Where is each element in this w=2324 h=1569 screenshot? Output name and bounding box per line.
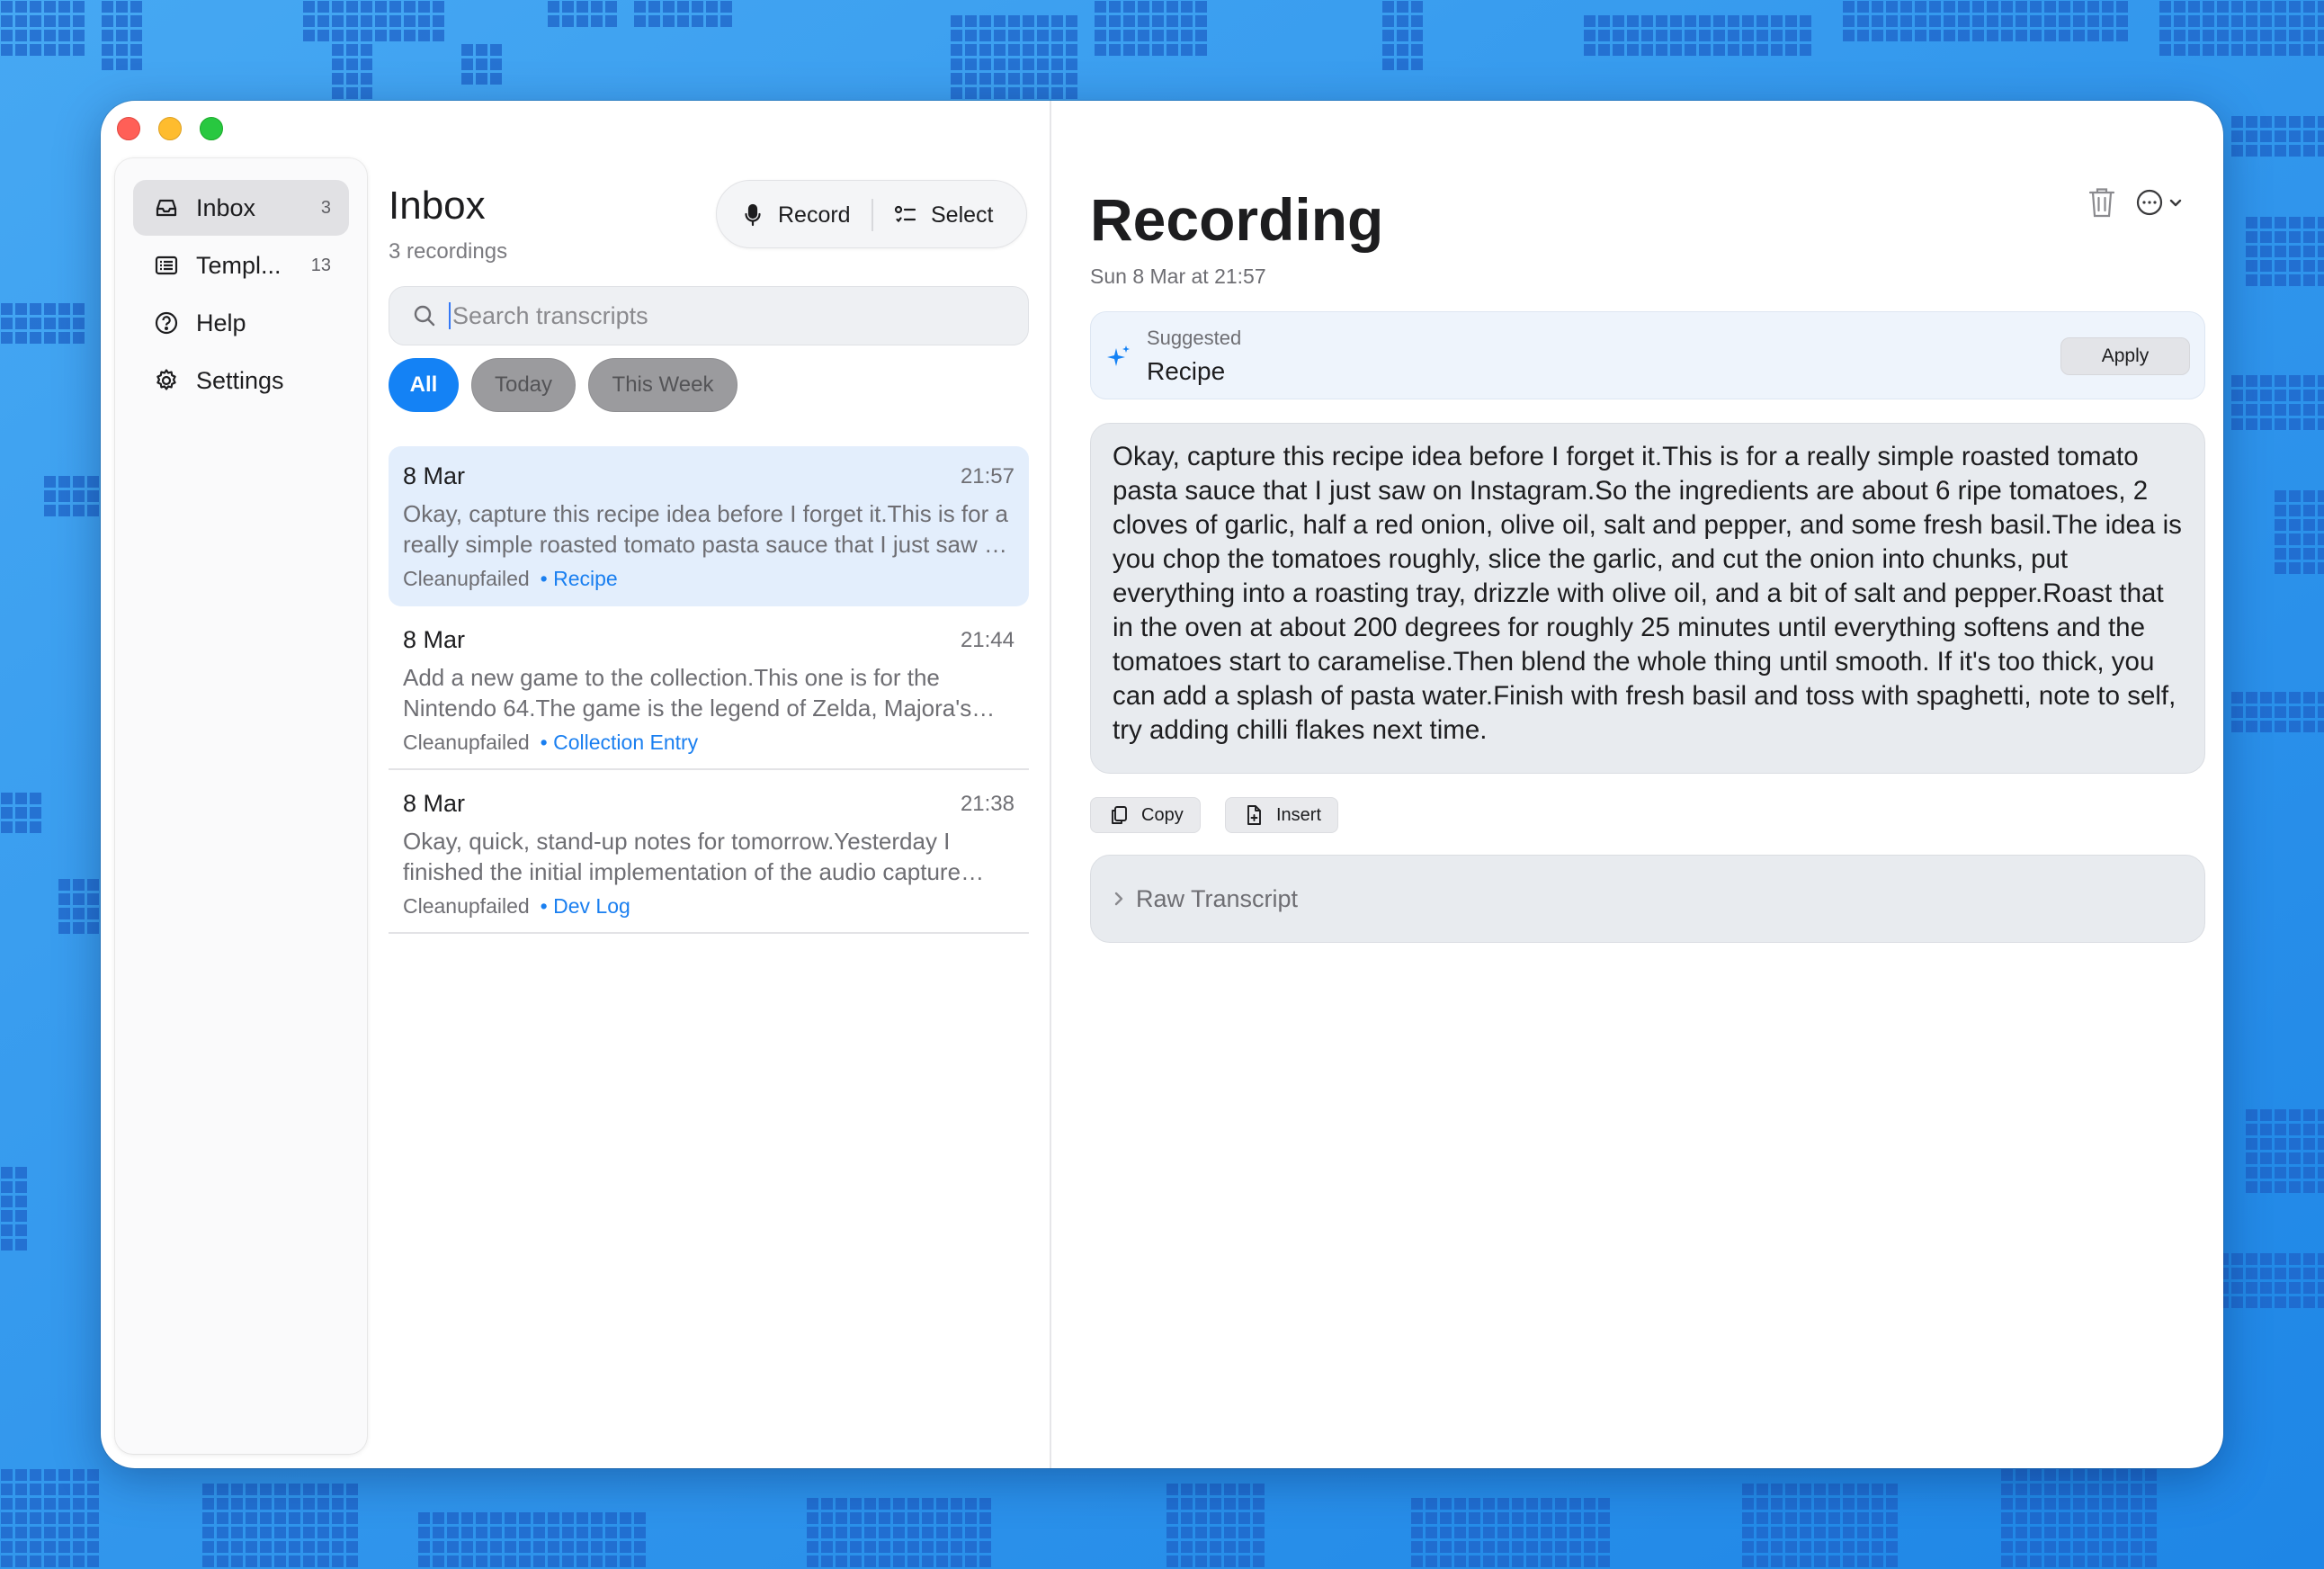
search-input[interactable] [452,301,992,330]
select-button-label: Select [931,202,994,228]
sidebar-item-inbox[interactable]: Inbox 3 [133,180,349,236]
row-separator [389,768,1029,770]
chevron-down-icon [2169,199,2182,207]
sidebar: Inbox 3 Templ... 13 Help Settings [115,158,367,1454]
recording-meta: Cleanupfailed • Collection Entry [403,731,698,755]
recording-date: 8 Mar [403,790,466,817]
microphone-icon [745,203,761,227]
suggested-template-card: Suggested Recipe Apply [1090,311,2205,399]
toolbar-divider [872,199,873,231]
chevron-right-icon [1114,892,1123,906]
suggested-label: Suggested [1147,327,1242,349]
recording-date: 8 Mar [403,626,466,653]
minimize-window-button[interactable] [158,117,182,140]
recording-date: 8 Mar [403,462,466,489]
template-tag: • Recipe [540,567,618,590]
more-options-button[interactable] [2135,187,2185,218]
tray-icon [156,199,177,217]
recording-time: 21:57 [960,464,1015,489]
sidebar-item-label: Settings [196,366,284,394]
close-window-button[interactable] [117,117,140,140]
recording-time: 21:44 [960,628,1015,652]
apply-button[interactable]: Apply [2060,337,2190,375]
sidebar-item-label: Help [196,309,246,336]
recording-count: 3 recordings [389,239,508,264]
copy-icon [1112,806,1127,824]
ellipsis-circle-icon [2136,189,2163,216]
gear-icon [156,369,176,390]
zoom-window-button[interactable] [200,117,223,140]
cleanup-status: Cleanupfailed [403,567,530,590]
filter-today[interactable]: Today [471,358,576,412]
record-button[interactable]: Record [740,181,851,249]
checklist-icon [894,205,916,223]
recording-detail-pane: Recording Sun 8 Mar at 21:57 Suggested R… [1081,101,2205,1468]
suggested-template-name: Recipe [1147,357,1226,385]
search-icon [414,305,435,327]
recording-meta: Cleanupfailed • Dev Log [403,894,630,919]
recording-row[interactable]: 8 Mar 21:57 Okay, capture this recipe id… [389,446,1029,606]
record-select-toolbar: Record Select [716,180,1027,248]
detail-date: Sun 8 Mar at 21:57 [1090,264,1266,288]
transcript-text[interactable]: Okay, capture this recipe idea before I … [1090,423,2205,774]
cleanup-status: Cleanupfailed [403,731,530,754]
sidebar-item-label: Templ... [196,251,282,279]
recording-row[interactable]: 8 Mar 21:38 Okay, quick, stand-up notes … [389,774,1029,934]
select-button[interactable]: Select [893,181,993,249]
cleanup-status: Cleanupfailed [403,894,530,918]
insert-button-label: Insert [1276,804,1322,825]
filter-all[interactable]: All [389,358,459,412]
sidebar-item-label: Inbox [196,193,256,221]
copy-button-label: Copy [1141,804,1184,825]
sidebar-item-settings[interactable]: Settings [133,353,349,408]
insert-button[interactable]: Insert [1225,797,1339,833]
sidebar-item-help[interactable]: Help [133,295,349,351]
template-tag: • Dev Log [540,894,630,918]
sidebar-item-count: 13 [310,255,331,275]
window-controls [117,117,223,140]
question-circle-icon [155,311,178,335]
raw-transcript-disclosure[interactable]: Raw Transcript [1090,855,2205,943]
app-window: Inbox 3 Templ... 13 Help Settings Inbox … [101,101,2223,1468]
template-list-icon [155,256,178,275]
sidebar-item-count: 3 [320,197,331,218]
recording-preview: Add a new game to the collection.This on… [403,664,972,722]
raw-transcript-label: Raw Transcript [1136,884,1299,912]
template-tag: • Collection Entry [540,731,699,754]
pane-divider[interactable] [1050,101,1051,1468]
copy-button[interactable]: Copy [1090,797,1201,833]
recording-meta: Cleanupfailed • Recipe [403,567,618,591]
row-separator [389,932,1029,934]
filter-this-week[interactable]: This Week [588,358,737,412]
record-button-label: Record [778,202,851,228]
recording-preview: Okay, capture this recipe idea before I … [403,500,1010,558]
trash-icon[interactable] [2087,185,2117,220]
detail-title: Recording [1090,186,1384,253]
sidebar-item-templates[interactable]: Templ... 13 [133,238,349,293]
recording-list-pane: Inbox 3 recordings Record Select Search … [389,101,1151,1468]
recording-time: 21:38 [960,792,1015,816]
search-field[interactable] [389,286,1029,345]
recording-row[interactable]: 8 Mar 21:44 Add a new game to the collec… [389,610,1029,770]
insert-document-icon [1247,805,1261,825]
sparkle-icon [1107,345,1130,366]
list-title: Inbox [389,184,486,228]
text-caret [449,302,451,329]
recording-preview: Okay, quick, stand-up notes for tomorrow… [403,828,961,885]
